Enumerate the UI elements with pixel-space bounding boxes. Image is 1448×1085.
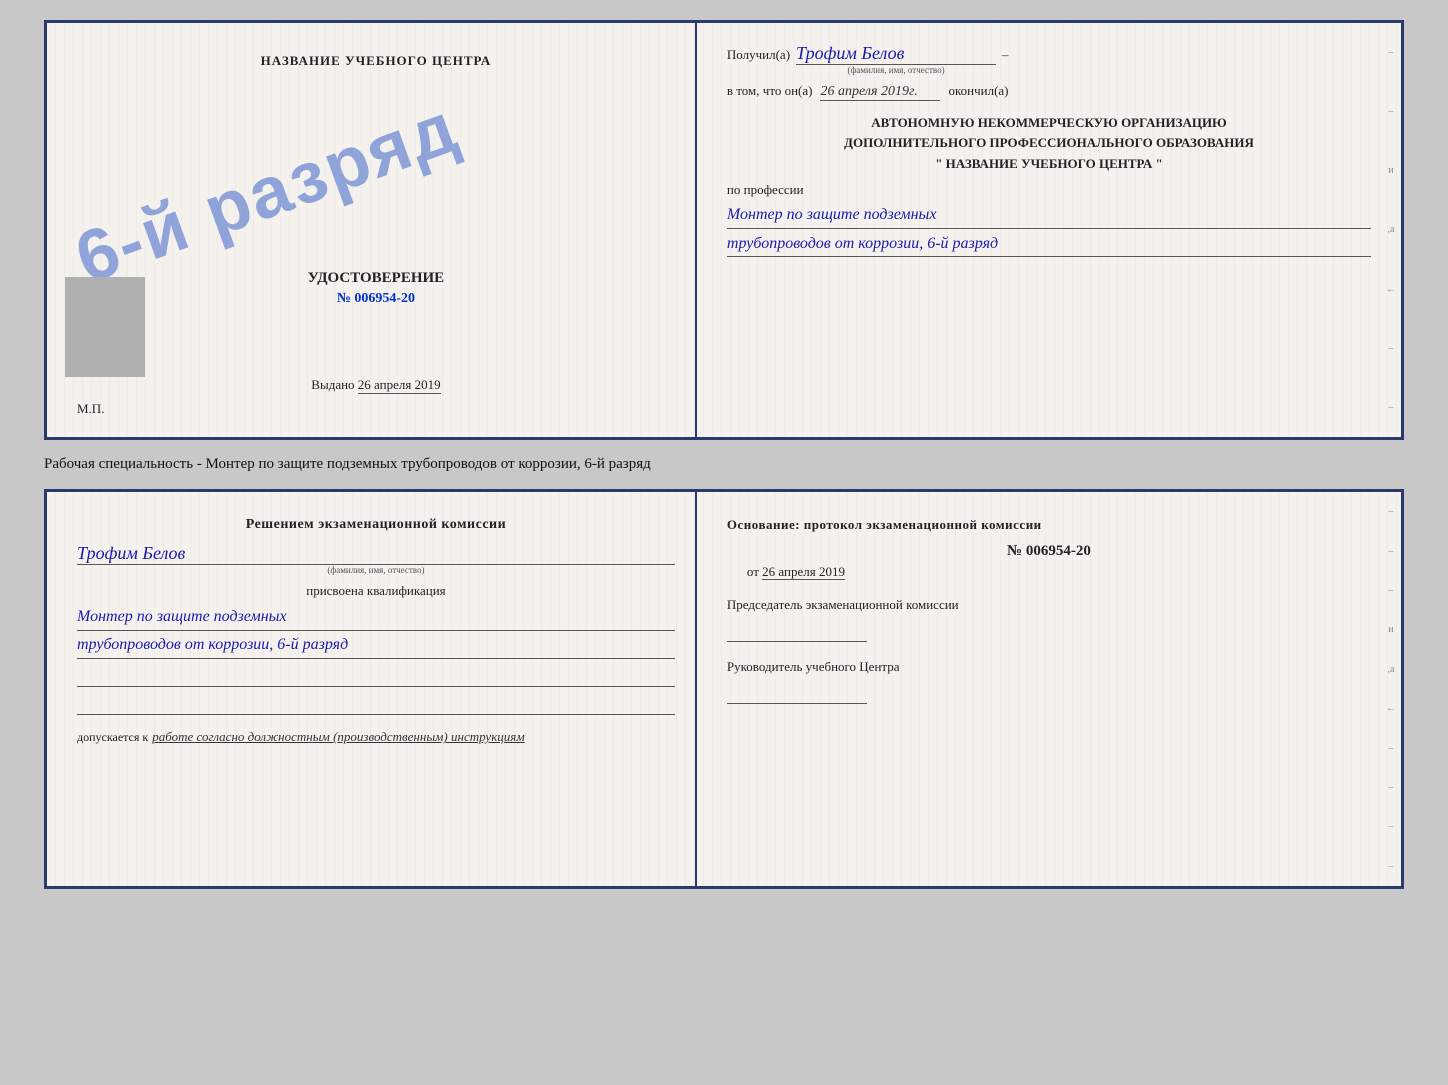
dopusk-handwritten: работе согласно должностным (производств… <box>152 729 524 745</box>
issued-date: Выдано 26 апреля 2019 <box>308 347 445 393</box>
protocol-num: № 006954-20 <box>727 543 1371 560</box>
kvalif-line-1: Монтер по защите подземных <box>77 603 675 631</box>
profession-label: по профессии <box>727 182 1371 198</box>
manager-block: Руководитель учебного Центра <box>727 658 1371 704</box>
org-text: АВТОНОМНУЮ НЕКОММЕРЧЕСКУЮ ОРГАНИЗАЦИЮ ДО… <box>727 113 1371 152</box>
cert-top-left: НАЗВАНИЕ УЧЕБНОГО ЦЕНТРА 6-й разряд УДОС… <box>47 23 697 437</box>
school-quoted: " НАЗВАНИЕ УЧЕБНОГО ЦЕНТРА " <box>727 156 1371 172</box>
chairman-label: Председатель экзаменационной комиссии <box>727 596 1371 614</box>
work-specialty-label: Рабочая специальность - Монтер по защите… <box>44 452 1404 477</box>
cert-top-right: Получил(а) Трофим Белов (фамилия, имя, о… <box>697 23 1401 437</box>
osnov-header: Основание: протокол экзаменационной коми… <box>727 517 1371 533</box>
komissia-header: Решением экзаменационной комиссии <box>77 517 675 533</box>
chairman-sig-line <box>727 618 867 642</box>
manager-sig-line <box>727 680 867 704</box>
chairman-block: Председатель экзаменационной комиссии <box>727 596 1371 642</box>
profession-line-2: трубопроводов от коррозии, 6-й разряд <box>727 231 1371 258</box>
side-ticks-bottom: – – – и ,а ← – – – – <box>1381 492 1401 886</box>
kvalif-label: присвоена квалификация <box>77 583 675 599</box>
recipient-name: Трофим Белов <box>796 43 996 65</box>
udost-label: УДОСТОВЕРЕНИЕ <box>308 270 445 287</box>
kvalif-line-2: трубопроводов от коррозии, 6-й разряд <box>77 631 675 659</box>
top-certificate: НАЗВАНИЕ УЧЕБНОГО ЦЕНТРА 6-й разряд УДОС… <box>44 20 1404 440</box>
cert-bottom-right: Основание: протокол экзаменационной коми… <box>697 492 1401 886</box>
fio-hint-bottom: (фамилия, имя, отчество) <box>77 565 675 575</box>
bottom-certificate: Решением экзаменационной комиссии Трофим… <box>44 489 1404 889</box>
blank-line-1 <box>77 663 675 687</box>
dopusk-label: допускается к работе согласно должностны… <box>77 729 675 745</box>
recipient-line: Получил(а) Трофим Белов (фамилия, имя, о… <box>727 43 1371 75</box>
protocol-date: от 26 апреля 2019 <box>727 564 1371 580</box>
photo-placeholder <box>65 277 145 377</box>
person-name-bottom: Трофим Белов <box>77 543 675 565</box>
right-ticks: – – и ,а ← – – <box>1381 23 1401 437</box>
manager-label: Руководитель учебного Центра <box>727 658 1371 676</box>
udost-num: № 006954-20 <box>308 291 445 307</box>
date-line: в том, что он(а) 26 апреля 2019г. окончи… <box>727 83 1371 101</box>
school-name-top: НАЗВАНИЕ УЧЕБНОГО ЦЕНТРА <box>261 53 492 69</box>
handwritten-date: 26 апреля 2019г. <box>820 84 940 101</box>
blank-line-2 <box>77 691 675 715</box>
cert-bottom-left: Решением экзаменационной комиссии Трофим… <box>47 492 697 886</box>
mp-label: М.П. <box>77 401 104 417</box>
profession-line-1: Монтер по защите подземных <box>727 202 1371 229</box>
